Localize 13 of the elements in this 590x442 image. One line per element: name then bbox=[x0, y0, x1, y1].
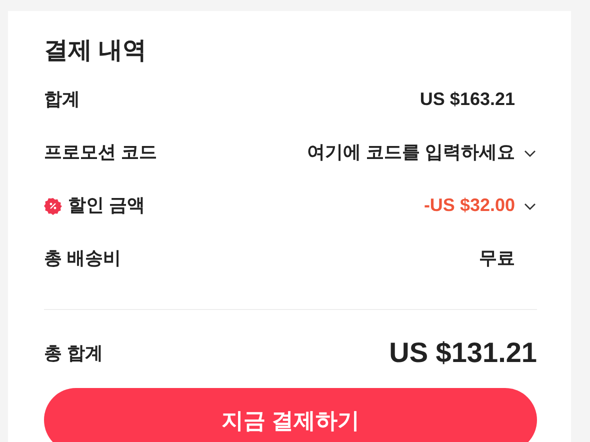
row-value: -US $32.00 bbox=[424, 194, 515, 217]
total-label: 총 합계 bbox=[44, 342, 104, 364]
row-label: 프로모션 코드 bbox=[44, 141, 158, 164]
row-value[interactable]: 여기에 코드를 입력하세요 bbox=[306, 139, 515, 166]
total-value: US $131.21 bbox=[389, 336, 537, 370]
row-label: 할인 금액 bbox=[68, 194, 146, 217]
pay-now-button[interactable]: 지금 결제하기 bbox=[44, 388, 537, 442]
discount-icon bbox=[44, 196, 62, 214]
section-title: 결제 내역 bbox=[44, 36, 148, 66]
row-label: 총 배송비 bbox=[44, 247, 122, 270]
row-value: US $163.21 bbox=[420, 88, 515, 111]
row-value: 무료 bbox=[479, 247, 515, 270]
row-label: 합계 bbox=[44, 88, 80, 111]
